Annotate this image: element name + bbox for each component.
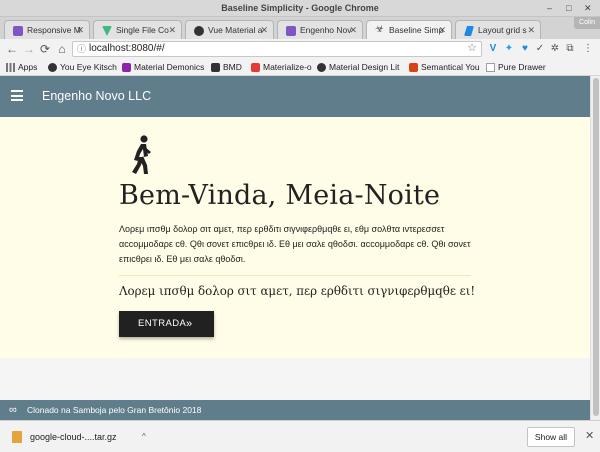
page-background — [0, 358, 590, 400]
address-bar[interactable]: ⓘ localhost:8080/#/ ☆ — [72, 41, 482, 57]
download-item[interactable]: google-cloud-....tar.gz ^ — [10, 426, 146, 448]
content-divider — [119, 275, 471, 276]
bookmark-favicon-icon — [122, 63, 131, 72]
tab-label: Layout grid s — [478, 25, 527, 35]
tab-single-file[interactable]: Single File Co ✕ — [93, 20, 182, 39]
extension-screen-icon[interactable]: ⧉ — [564, 42, 576, 55]
minimize-button[interactable]: – — [547, 0, 552, 17]
tab-close-icon[interactable]: ✕ — [438, 21, 446, 39]
tab-favicon-icon — [286, 26, 296, 36]
forward-button[interactable]: → — [22, 41, 36, 57]
page-footer: ∞ Clonado na Samboja pelo Gran Bretônio … — [0, 400, 590, 420]
infinity-icon: ∞ — [9, 404, 17, 416]
biohazard-favicon-icon: ☣ — [375, 24, 384, 35]
tab-favicon-icon — [102, 26, 112, 36]
tab-label: Responsive M — [27, 25, 81, 35]
footer-text: Clonado na Samboja pelo Gran Bretônio 20… — [27, 405, 202, 415]
bookmark-label: Pure Drawer — [498, 62, 546, 72]
tab-close-icon[interactable]: ✕ — [76, 21, 84, 39]
scrollbar-thumb[interactable] — [593, 78, 599, 416]
shelf-close-icon[interactable]: ✕ — [585, 429, 594, 442]
chrome-menu-icon[interactable]: ⋮ — [582, 42, 594, 55]
profile-badge[interactable]: Colin — [574, 17, 600, 29]
entrada-button[interactable]: ENTRADA » — [119, 311, 214, 337]
app-title: Engenho Novo LLC — [42, 89, 152, 103]
tab-close-icon[interactable]: ✕ — [527, 21, 535, 39]
welcome-headline: Bem-Vinda, Meia-Noite — [119, 180, 441, 211]
bookmark-apps[interactable]: Apps — [6, 59, 37, 76]
download-shelf: google-cloud-....tar.gz ^ Show all ✕ — [0, 420, 600, 452]
bookmark-you-eye-kitsch[interactable]: You Eye Kitsch — [48, 59, 117, 76]
hamburger-menu-icon[interactable] — [11, 90, 23, 101]
download-file-name: google-cloud-....tar.gz — [30, 432, 117, 442]
tab-engenho-novo[interactable]: Engenho Nov ✕ — [277, 20, 363, 39]
tab-label: Baseline Simp — [389, 25, 444, 35]
intro-paragraph: Λορεμ ιπσθμ δολορ σιτ αμετ, περ ερθδιτι … — [119, 224, 471, 264]
bookmark-favicon-icon — [211, 63, 220, 72]
bookmark-label: Apps — [18, 62, 38, 72]
bookmark-label: Material Design Lit — [329, 62, 400, 72]
bookmark-label: You Eye Kitsch — [60, 62, 117, 72]
page-icon — [486, 63, 495, 72]
back-button[interactable]: ← — [5, 41, 19, 57]
home-button[interactable]: ⌂ — [55, 41, 69, 57]
tab-layout-grid[interactable]: Layout grid s ✕ — [455, 20, 541, 39]
page-scrollbar[interactable] — [590, 76, 600, 420]
bookmark-label: BMD — [223, 62, 242, 72]
bookmark-pure-drawer[interactable]: Pure Drawer — [486, 59, 546, 76]
apps-grid-icon — [6, 63, 15, 72]
bookmark-materialize[interactable]: Materialize-o — [251, 59, 312, 76]
window-title-bar: Baseline Simplicity - Google Chrome — [0, 0, 600, 17]
tab-label: Vue Material a — [208, 25, 263, 35]
bookmark-bmd[interactable]: BMD — [211, 59, 242, 76]
url-text: localhost:8080/#/ — [89, 43, 165, 54]
tab-strip: Responsive M ✕ Single File Co ✕ Vue Mate… — [0, 17, 600, 40]
extension-gear-icon[interactable]: ✲ — [549, 42, 561, 55]
tab-favicon-icon — [194, 26, 204, 36]
browser-toolbar: ← → ⟳ ⌂ ⓘ localhost:8080/#/ ☆ V ✦ ♥ ✓ ✲ … — [0, 39, 600, 59]
tab-close-icon[interactable]: ✕ — [260, 21, 268, 39]
download-menu-caret-icon[interactable]: ^ — [142, 426, 146, 448]
double-chevron-right-icon: » — [186, 318, 193, 330]
bookmark-label: Materialize-o — [263, 62, 312, 72]
lead-text: Λορεμ ιπσθμ δολορ σιτ αμετ, περ ερθδιτι … — [119, 284, 476, 298]
show-all-button[interactable]: Show all — [527, 427, 575, 447]
bookmark-favicon-icon — [317, 63, 326, 72]
twitter-icon[interactable]: ✦ — [503, 42, 515, 55]
tab-label: Engenho Nov — [300, 25, 352, 35]
archive-file-icon — [12, 431, 22, 443]
bookmark-label: Semantical You — [421, 62, 480, 72]
tab-favicon-icon — [464, 26, 474, 36]
window-title: Baseline Simplicity - Google Chrome — [221, 3, 379, 13]
extension-blue-icon[interactable]: ♥ — [519, 42, 531, 55]
tab-responsive[interactable]: Responsive M ✕ — [4, 20, 90, 39]
maximize-button[interactable]: □ — [566, 0, 571, 17]
bookmark-semantical-you[interactable]: Semantical You — [409, 59, 480, 76]
bookmark-material-demonics[interactable]: Material Demonics — [122, 59, 204, 76]
tab-close-icon[interactable]: ✕ — [168, 21, 176, 39]
walking-person-icon — [132, 135, 151, 174]
bookmark-label: Material Demonics — [134, 62, 205, 72]
entrada-button-label: ENTRADA — [138, 318, 187, 329]
bookmark-favicon-icon — [409, 63, 418, 72]
bookmark-favicon-icon — [251, 63, 260, 72]
tab-favicon-icon — [13, 26, 23, 36]
info-icon[interactable]: ⓘ — [77, 42, 86, 56]
tab-close-icon[interactable]: ✕ — [349, 21, 357, 39]
bookmark-favicon-icon — [48, 63, 57, 72]
window-close-button[interactable]: ✕ — [584, 0, 592, 17]
app-bar: Engenho Novo LLC — [0, 76, 590, 117]
extension-check-icon[interactable]: ✓ — [534, 42, 546, 55]
vue-devtools-icon[interactable]: V — [487, 42, 499, 55]
tab-vue-material[interactable]: Vue Material a ✕ — [185, 20, 274, 39]
bookmark-material-design-lite[interactable]: Material Design Lit — [317, 59, 399, 76]
bookmarks-bar: Apps You Eye Kitsch Material Demonics BM… — [0, 59, 600, 76]
bookmark-star-icon[interactable]: ☆ — [467, 41, 477, 55]
tab-label: Single File Co — [116, 25, 169, 35]
tab-baseline-simplicity[interactable]: ☣ Baseline Simp ✕ — [366, 20, 452, 40]
reload-button[interactable]: ⟳ — [38, 41, 52, 57]
